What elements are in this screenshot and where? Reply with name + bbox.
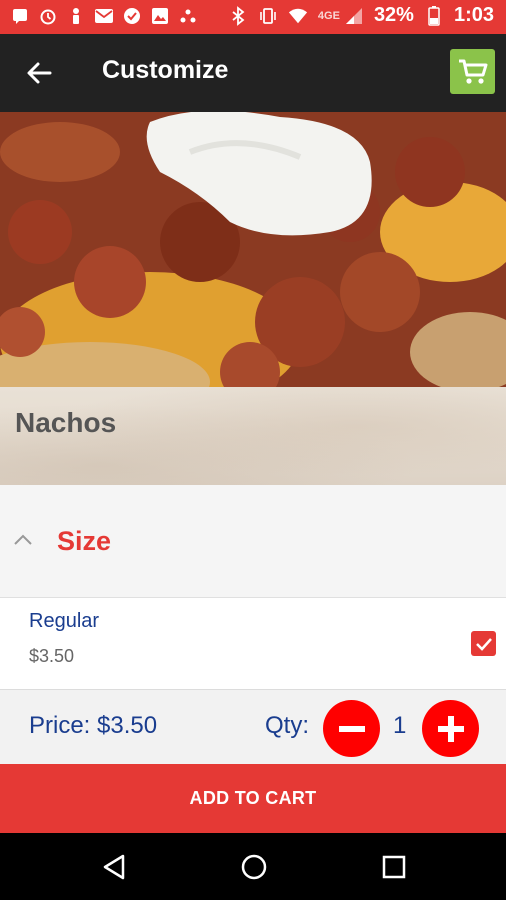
- network-type: 4GE: [317, 9, 340, 22]
- system-nav-bar: [0, 833, 506, 900]
- check-icon: [122, 6, 142, 26]
- circle-home-icon: [241, 854, 267, 880]
- notification-icons: [10, 6, 198, 26]
- nav-back-button[interactable]: [98, 851, 130, 883]
- figure-icon: [66, 6, 86, 26]
- size-option-regular[interactable]: Regular $3.50: [0, 598, 506, 690]
- vibrate-icon: [258, 6, 278, 26]
- minus-icon: [338, 725, 365, 732]
- option-name: Regular: [29, 610, 100, 632]
- add-to-cart-button[interactable]: ADD TO CART: [0, 764, 506, 833]
- alarm-icon: [38, 6, 58, 26]
- item-hero-image: Nachos: [0, 112, 506, 485]
- section-title: Size: [57, 526, 112, 556]
- chat-icon: [10, 6, 30, 26]
- signal-icon: [344, 6, 364, 26]
- plus-icon: [437, 715, 464, 742]
- image-icon: [150, 6, 170, 26]
- square-recents-icon: [382, 855, 406, 879]
- price-quantity-row: Price: $3.50 Qty: 1: [0, 690, 506, 764]
- bluetooth-icon: [228, 5, 248, 26]
- quantity-value: 1: [393, 712, 407, 739]
- chevron-up-icon[interactable]: [12, 529, 34, 551]
- battery-icon: [424, 5, 444, 26]
- nav-home-button[interactable]: [238, 851, 270, 883]
- size-section-header[interactable]: Size: [0, 485, 506, 598]
- status-bar: 4GE 32% 1:03: [0, 0, 506, 34]
- app-bar: Customize: [0, 34, 506, 112]
- email-icon: [94, 6, 114, 26]
- customize-panel: Size Regular $3.50 Price: $3.50 Qty: 1: [0, 485, 506, 764]
- shopping-cart-icon: [458, 59, 487, 84]
- back-button[interactable]: [22, 56, 56, 90]
- dots-icon: [178, 6, 198, 26]
- total-price: Price: $3.50: [29, 712, 158, 739]
- page-title: Customize: [102, 56, 229, 84]
- wifi-icon: [288, 6, 308, 26]
- increase-quantity-button[interactable]: [422, 700, 479, 757]
- option-checkbox[interactable]: [471, 631, 496, 656]
- nachos-photo: [0, 112, 506, 387]
- system-indicators: 4GE 32% 1:03: [228, 4, 494, 27]
- checkmark-icon: [475, 637, 492, 651]
- decrease-quantity-button[interactable]: [323, 700, 380, 757]
- triangle-back-icon: [103, 854, 125, 880]
- quantity-label: Qty:: [265, 712, 310, 739]
- arrow-left-icon: [27, 62, 52, 84]
- option-price: $3.50: [29, 646, 75, 666]
- clock: 1:03: [453, 4, 494, 26]
- nav-recents-button[interactable]: [378, 851, 410, 883]
- item-name: Nachos: [15, 407, 117, 438]
- cart-button[interactable]: [450, 49, 495, 94]
- battery-percent: 32%: [373, 4, 414, 26]
